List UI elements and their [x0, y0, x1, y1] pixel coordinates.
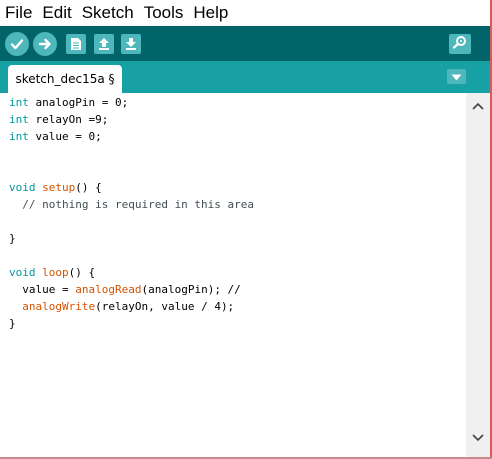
upload-button[interactable]: [33, 32, 57, 56]
code-text: () {: [75, 181, 102, 194]
menu-bar: File Edit Sketch Tools Help: [0, 0, 490, 26]
save-button[interactable]: [121, 34, 141, 54]
function-name: setup: [42, 181, 76, 194]
open-button[interactable]: [94, 34, 114, 54]
code-line-14: }: [9, 315, 16, 332]
code-text: relayOn =9;: [28, 113, 109, 126]
tab-menu-button[interactable]: [447, 69, 466, 84]
tab-strip: sketch_dec15a §: [0, 61, 490, 93]
code-comment: // nothing is required in this area: [9, 198, 255, 211]
menu-sketch[interactable]: Sketch: [77, 1, 139, 25]
function-name: analogWrite: [22, 300, 96, 313]
toolbar: [0, 26, 490, 61]
upload-icon: [38, 37, 52, 51]
menu-help[interactable]: Help: [188, 1, 233, 25]
chevron-up-icon: [472, 97, 484, 115]
code-text: }: [9, 232, 16, 245]
tab-label: sketch_dec15a §: [15, 72, 115, 86]
code-line-7: // nothing is required in this area: [9, 196, 254, 213]
scroll-down-button[interactable]: [470, 431, 486, 445]
serial-monitor-button[interactable]: [449, 34, 471, 54]
code-text: value = 0;: [28, 130, 102, 143]
code-editor[interactable]: int analogPin = 0; int relayOn =9; int v…: [0, 93, 466, 457]
magnifier-icon: [452, 35, 468, 54]
verify-button[interactable]: [5, 32, 29, 56]
open-icon: [97, 37, 111, 51]
code-line-13: analogWrite(relayOn, value / 4);: [9, 298, 234, 315]
keyword: void: [9, 181, 36, 194]
code-line-1: int analogPin = 0;: [9, 94, 128, 111]
function-name: analogRead: [75, 283, 142, 296]
keyword: void: [9, 266, 36, 279]
code-line-3: int value = 0;: [9, 128, 102, 145]
menu-file[interactable]: File: [0, 1, 37, 25]
code-line-2: int relayOn =9;: [9, 111, 108, 128]
menu-edit[interactable]: Edit: [37, 1, 76, 25]
new-file-icon: [70, 37, 82, 51]
code-text: }: [9, 317, 16, 330]
code-line-12: value = analogRead(analogPin); //: [9, 281, 241, 298]
code-line-6: void setup() {: [9, 179, 102, 196]
chevron-down-icon: [472, 429, 484, 447]
keyword: int: [9, 130, 29, 143]
code-text: (analogPin); //: [141, 283, 241, 296]
code-text: value =: [9, 283, 76, 296]
function-name: loop: [42, 266, 69, 279]
code-text: analogPin = 0;: [28, 96, 129, 109]
keyword: int: [9, 113, 29, 126]
new-button[interactable]: [66, 34, 86, 54]
vertical-scrollbar[interactable]: [466, 93, 490, 457]
save-icon: [124, 37, 138, 51]
code-text: () {: [68, 266, 96, 279]
code-line-9: }: [9, 230, 16, 247]
code-line-11: void loop() {: [9, 264, 95, 281]
menu-tools[interactable]: Tools: [139, 1, 189, 25]
code-text: (relayOn, value / 4);: [95, 300, 235, 313]
scroll-up-button[interactable]: [470, 99, 486, 113]
tab-sketch[interactable]: sketch_dec15a §: [8, 65, 122, 93]
chevron-down-icon: [451, 68, 462, 86]
verify-icon: [10, 37, 24, 51]
keyword: int: [9, 96, 29, 109]
